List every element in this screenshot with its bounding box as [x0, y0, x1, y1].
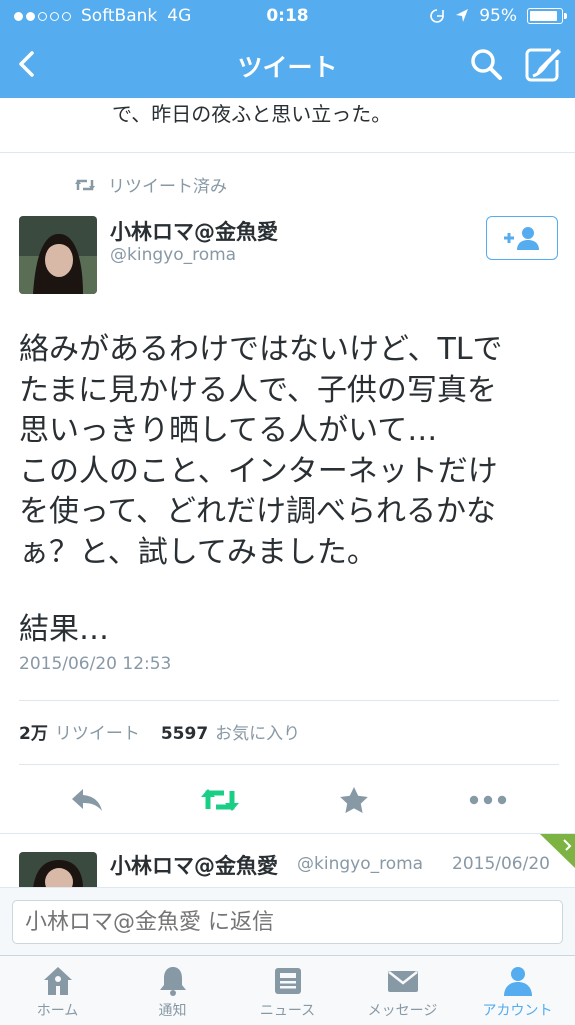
add-user-icon [504, 227, 539, 250]
tab-account[interactable]: アカウント [460, 956, 575, 1025]
battery-percent: 95% [479, 6, 517, 26]
retweet-button[interactable] [200, 782, 240, 818]
rotation-lock-icon [430, 9, 445, 23]
tab-notifications-label: 通知 [158, 1003, 187, 1019]
retweet-icon [75, 179, 95, 190]
tweet-text-line: この人のこと、インターネットだけ [19, 453, 498, 489]
favorite-button[interactable] [334, 782, 374, 818]
author-name[interactable]: 小林ロマ@金魚愛 [110, 216, 278, 246]
follow-button[interactable] [486, 216, 558, 260]
retweet-context-label: リツイート済み [108, 177, 227, 197]
star-icon [340, 787, 368, 813]
more-dots-icon [469, 795, 507, 805]
tab-bar: ホーム 通知 ニュース メッセージ アカウント [0, 955, 575, 1025]
news-icon [274, 968, 301, 994]
avatar[interactable] [19, 852, 97, 888]
reply-author-handle: @kingyo_roma [297, 854, 424, 874]
favorite-count-label[interactable]: お気に入り [215, 719, 300, 744]
status-bar: SoftBank 4G 0:18 95% [0, 0, 575, 32]
reply-bar [0, 887, 575, 956]
retweet-icon [201, 789, 239, 811]
reply-icon [72, 789, 102, 811]
tweet-text-result: 結果… [19, 612, 109, 647]
tab-messages[interactable]: メッセージ [345, 956, 460, 1025]
author-handle[interactable]: @kingyo_roma [110, 245, 236, 265]
tweet-text-line: 絡みがあるわけではないけど、TLで [19, 332, 503, 367]
divider [19, 764, 559, 765]
person-icon [503, 967, 532, 996]
previous-tweet-text: で、昨日の夜ふと思い立った。 [112, 102, 392, 126]
tab-notifications[interactable]: 通知 [115, 956, 230, 1025]
more-button[interactable] [468, 782, 508, 818]
tweet-stats: 2万 リツイート 5597 お気に入り [19, 719, 314, 744]
tab-news[interactable]: ニュース [230, 956, 345, 1025]
tweet-text-line: 思いっきり晒してる人がいて… [19, 413, 438, 448]
reply-author-name: 小林ロマ@金魚愛 [110, 854, 278, 878]
reply-input[interactable] [12, 900, 563, 944]
tweet-text: 絡みがあるわけではないけど、TLで たまに見かける人で、子供の写真を 思いっきり… [19, 330, 559, 573]
tab-messages-label: メッセージ [367, 1003, 438, 1019]
battery-icon [527, 8, 567, 24]
retweet-context: リツイート済み [74, 172, 227, 197]
retweet-count[interactable]: 2万 [19, 719, 48, 744]
divider [19, 700, 559, 701]
retweet-count-label[interactable]: リツイート [55, 719, 140, 744]
tweet-text-line: を使って、どれだけ調べられるかな [19, 494, 496, 529]
compose-icon[interactable] [523, 46, 561, 84]
tweet-text-line: たまに見かける人で、子供の写真を [19, 372, 497, 408]
tweet-timestamp: 2015/06/20 12:53 [19, 654, 172, 674]
reply-button[interactable] [67, 782, 107, 818]
tab-home[interactable]: ホーム [0, 956, 115, 1025]
nav-bar: ツイート [0, 32, 575, 98]
home-icon [43, 967, 72, 995]
battery-fill [530, 11, 557, 21]
bell-icon [159, 967, 186, 996]
divider [0, 833, 575, 834]
tab-news-label: ニュース [259, 1003, 316, 1019]
search-icon[interactable] [468, 46, 504, 82]
envelope-icon [387, 971, 418, 992]
divider [0, 152, 575, 153]
corner-badge-icon [540, 834, 575, 868]
reply-date: 2015/06/20 [452, 854, 550, 874]
favorite-count[interactable]: 5597 [161, 724, 208, 744]
top-bar: SoftBank 4G 0:18 95% ツイート [0, 0, 575, 98]
location-icon [456, 9, 469, 22]
tab-account-label: アカウント [482, 1003, 553, 1019]
avatar[interactable] [19, 216, 97, 294]
tab-home-label: ホーム [36, 1003, 79, 1019]
tweet-text-line: ぁ？と、試してみました。 [19, 534, 377, 570]
